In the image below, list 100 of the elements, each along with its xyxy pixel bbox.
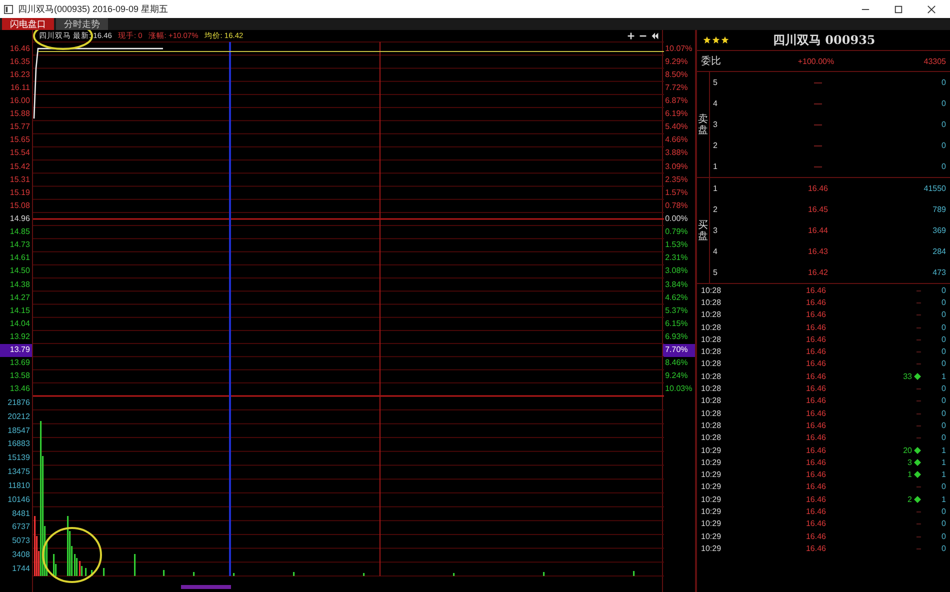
level-volume: 0 [940,120,946,129]
level-volume: 0 [940,141,946,150]
price-label: 16.35 [8,56,31,68]
time-scroll-thumb[interactable] [180,585,231,589]
maximize-icon[interactable] [894,4,903,14]
percent-label: 8.50% [664,68,689,81]
zoom-in-icon[interactable] [627,32,636,40]
level-number: 2 [712,205,718,214]
trade-count: 0 [940,310,946,320]
trade-volume: 20 [903,446,912,454]
trade-volume: – [916,310,921,320]
price-label: 15.19 [8,186,31,199]
rewind-icon[interactable] [651,32,660,40]
trade-time: 10:28 [701,433,722,442]
tab[interactable]: 分时走势 [56,18,108,30]
trade-time: 10:28 [701,347,722,356]
trade-time: 10:28 [701,408,722,418]
level-price: — [813,141,823,150]
level-price: — [813,120,823,129]
trade-volume: 33 [903,372,912,381]
level-price: 16.45 [806,205,830,214]
price-label: 14.96 [8,212,31,225]
tab[interactable]: 闪电盘口 [2,18,54,30]
level-price: — [813,162,823,171]
percent-label: 4.62% [664,292,689,304]
price-label: 15.65 [8,134,31,146]
volume-label: 15139 [6,452,31,464]
trade-time: 10:28 [701,372,722,381]
trade-volume: – [916,433,921,442]
percent-label: 2.35% [664,174,689,186]
price-label: 15.88 [8,108,31,120]
trade-price: 16.46 [804,433,828,442]
percent-label: 9.29% [664,56,689,68]
level-volume: 284 [932,247,946,256]
level-volume: 41550 [922,184,946,193]
price-label: 16.46 [8,42,31,55]
trade-count: 1 [940,494,946,504]
trade-count: 0 [940,408,946,418]
volume-label: 5073 [11,535,31,548]
level-price: — [813,78,823,87]
price-label: 14.73 [8,239,31,252]
trade-price: 16.46 [804,482,828,492]
trade-volume: 1 [908,470,912,480]
volume-label: 18547 [6,424,31,437]
percent-label: 1.53% [664,239,689,252]
level-price: — [813,99,823,108]
trade-count: 0 [940,506,946,516]
trade-volume: – [916,347,921,356]
trade-time: 10:29 [701,544,722,553]
level-price: 16.46 [806,184,830,193]
price-label: 16.23 [8,68,31,81]
trade-count: 0 [940,396,946,406]
volume-label: 11810 [7,480,31,492]
volume-label: 21876 [6,396,31,409]
price-label: 13.69 [8,357,31,370]
ratio-value: +100.00% [796,56,836,66]
percent-label: 7.72% [664,82,689,94]
price-label: 15.08 [8,200,31,212]
close-icon[interactable] [927,4,936,14]
trade-count: 0 [940,544,946,553]
trade-count: 0 [940,420,946,430]
level-number: 5 [712,78,718,87]
price-label: 13.92 [8,330,31,343]
price-label: 14.38 [8,278,31,291]
trade-time: 10:29 [701,519,722,528]
volume-label: 1744 [11,563,31,575]
percent-label: 6.19% [664,108,689,120]
trade-time: 10:29 [701,494,722,504]
trade-time: 10:28 [701,298,722,307]
highlight-circle [42,527,102,583]
trade-volume: – [916,384,921,394]
level-number: 4 [712,99,718,108]
volume-label: 3408 [11,549,31,562]
trade-count: 0 [940,347,946,356]
trade-price: 16.46 [804,359,828,368]
trade-time: 10:29 [701,482,722,492]
trade-time: 10:29 [701,446,722,454]
trade-price: 16.46 [804,384,828,394]
level-number: 1 [712,184,718,193]
price-label: 14.85 [8,226,31,238]
percent-label: 5.37% [664,304,689,317]
percent-label: 2.31% [664,252,689,264]
price-label: 16.00 [8,94,31,107]
percent-label: 4.66% [664,134,689,146]
level-volume: 0 [940,99,946,108]
trade-count: 0 [940,298,946,307]
level-number: 1 [712,162,718,171]
trade-price: 16.46 [804,334,828,344]
trade-count: 0 [940,359,946,368]
book-label: 买盘 [697,220,709,242]
trade-volume: – [916,532,921,541]
percent-label: 10.03% [664,383,694,396]
stock-title: 四川双马 000935 [773,32,876,48]
level-volume: 369 [932,226,946,235]
trade-volume: – [916,298,921,307]
trade-price: 16.46 [804,310,828,320]
level-price: 16.44 [806,226,830,235]
price-label: 13.79 [0,344,32,357]
trade-volume: – [916,322,921,332]
price-label: 15.31 [8,174,31,186]
